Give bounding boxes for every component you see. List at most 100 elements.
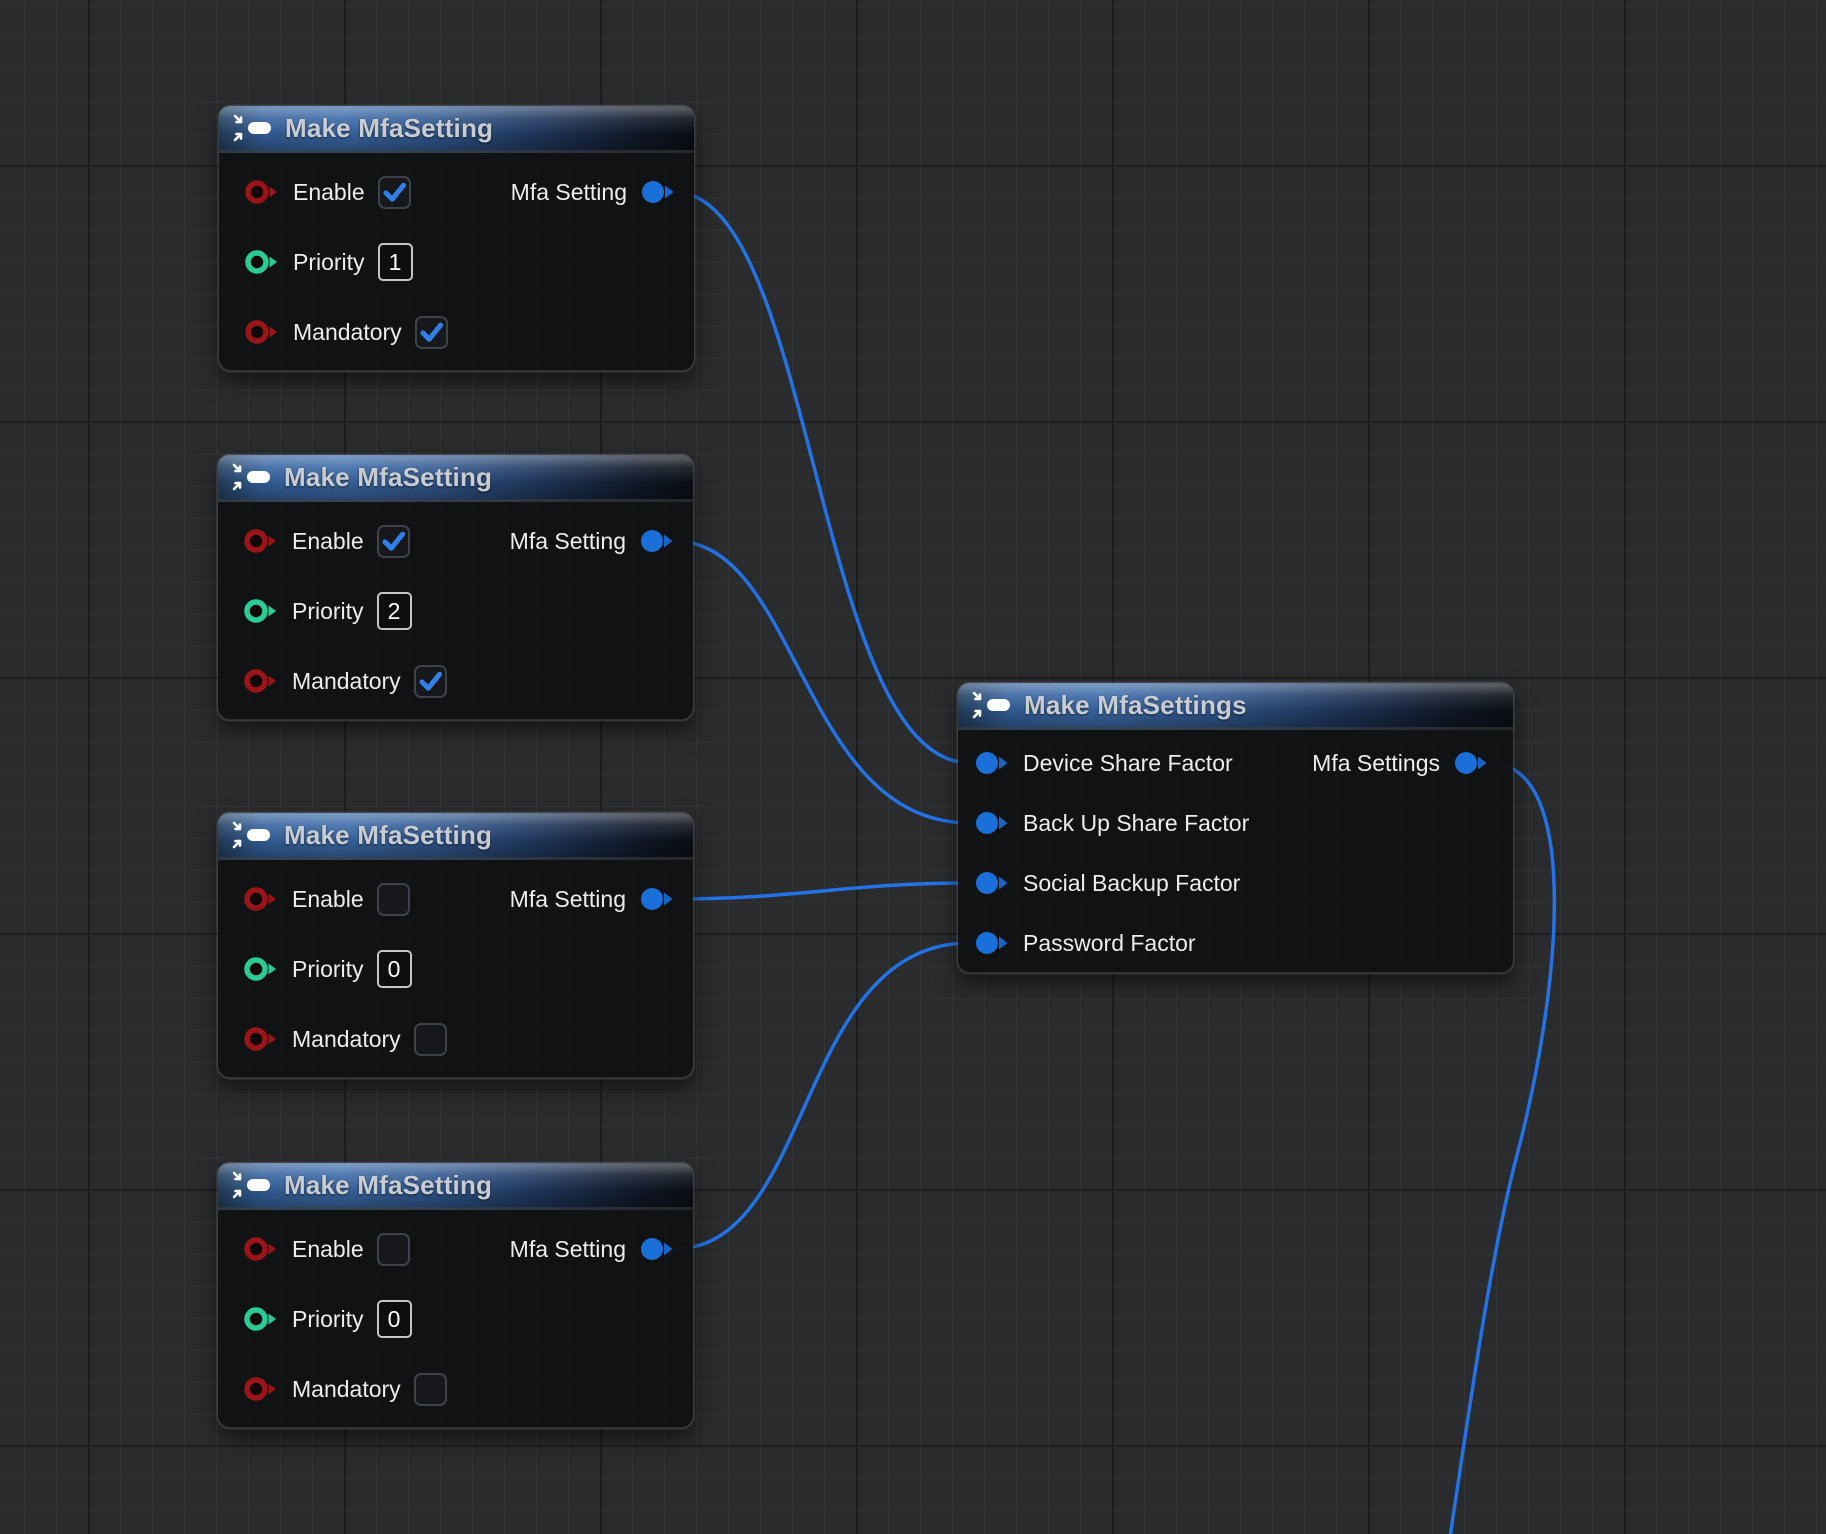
make-struct-icon: [233, 113, 273, 143]
pin-row-mandatory: Mandatory: [243, 661, 447, 701]
int-pin-icon[interactable]: [243, 956, 279, 982]
make-struct-icon: [232, 1170, 272, 1200]
struct-pin-icon[interactable]: [974, 870, 1010, 896]
pin-row-priority: Priority 1: [244, 242, 413, 282]
pin-row-enable: Enable: [243, 521, 410, 561]
pin-label: Back Up Share Factor: [1023, 810, 1249, 837]
int-pin-icon[interactable]: [243, 1306, 279, 1332]
pin-row-device-share-factor: Device Share Factor: [974, 743, 1233, 783]
enable-checkbox[interactable]: [377, 883, 410, 916]
node-header[interactable]: Make MfaSetting: [218, 455, 693, 502]
priority-input[interactable]: 0: [377, 1300, 412, 1338]
pin-row-backup-share-factor: Back Up Share Factor: [974, 803, 1249, 843]
pin-row-priority: Priority 0: [243, 949, 412, 989]
pin-row-mfa-setting-output: Mfa Setting: [511, 172, 676, 212]
mandatory-checkbox[interactable]: [414, 1373, 447, 1406]
node-make-mfasettings[interactable]: Make MfaSettings Device Share Factor Bac…: [958, 683, 1513, 973]
node-make-mfasetting-4[interactable]: Make MfaSetting Enable Priority 0 Mandat…: [218, 1163, 693, 1428]
pin-row-enable: Enable: [244, 172, 411, 212]
int-pin-icon[interactable]: [243, 598, 279, 624]
pin-label: Enable: [292, 1236, 364, 1263]
pin-label: Priority: [292, 956, 364, 983]
node-header[interactable]: Make MfaSetting: [219, 106, 694, 153]
pin-label: Priority: [292, 1306, 364, 1333]
node-make-mfasetting-1[interactable]: Make MfaSetting Enable Priority 1 Mandat…: [219, 106, 694, 371]
pin-row-mfa-settings-output: Mfa Settings: [1312, 743, 1489, 783]
node-title: Make MfaSetting: [284, 820, 492, 851]
pin-label: Mandatory: [292, 668, 401, 695]
pin-row-enable: Enable: [243, 879, 410, 919]
graph-canvas[interactable]: Make MfaSetting Enable Priority 1 Mandat…: [0, 0, 1826, 1534]
pin-label: Mfa Setting: [510, 886, 626, 913]
pin-label: Mfa Setting: [510, 528, 626, 555]
node-make-mfasetting-2[interactable]: Make MfaSetting Enable Priority 2 Mandat…: [218, 455, 693, 720]
pin-label: Enable: [292, 886, 364, 913]
make-struct-icon: [232, 820, 272, 850]
pin-label: Mfa Setting: [511, 179, 627, 206]
node-header[interactable]: Make MfaSettings: [958, 683, 1513, 730]
pin-label: Enable: [293, 179, 365, 206]
enable-checkbox[interactable]: [377, 525, 410, 558]
pin-label: Priority: [293, 249, 365, 276]
wire-node2-to-backup-share-factor[interactable]: [674, 541, 970, 823]
pin-row-mandatory: Mandatory: [244, 312, 448, 352]
struct-pin-icon[interactable]: [1453, 750, 1489, 776]
pin-row-mfa-setting-output: Mfa Setting: [510, 521, 675, 561]
priority-input[interactable]: 0: [377, 950, 412, 988]
mandatory-checkbox[interactable]: [415, 316, 448, 349]
mandatory-checkbox[interactable]: [414, 665, 447, 698]
pin-label: Enable: [292, 528, 364, 555]
bool-pin-icon[interactable]: [244, 319, 280, 345]
node-title: Make MfaSetting: [284, 462, 492, 493]
bool-pin-icon[interactable]: [243, 886, 279, 912]
bool-pin-icon[interactable]: [243, 1026, 279, 1052]
pin-row-enable: Enable: [243, 1229, 410, 1269]
pin-row-mandatory: Mandatory: [243, 1019, 447, 1059]
pin-label: Priority: [292, 598, 364, 625]
bool-pin-icon[interactable]: [243, 1376, 279, 1402]
make-struct-icon: [972, 690, 1012, 720]
pin-label: Mandatory: [293, 319, 402, 346]
struct-pin-icon[interactable]: [639, 528, 675, 554]
wire-node1-to-device-share-factor[interactable]: [674, 192, 970, 763]
pin-row-mfa-setting-output: Mfa Setting: [510, 1229, 675, 1269]
pin-row-social-backup-factor: Social Backup Factor: [974, 863, 1240, 903]
mandatory-checkbox[interactable]: [414, 1023, 447, 1056]
node-header[interactable]: Make MfaSetting: [218, 1163, 693, 1210]
bool-pin-icon[interactable]: [243, 668, 279, 694]
pin-label: Mfa Setting: [510, 1236, 626, 1263]
pin-label: Mandatory: [292, 1376, 401, 1403]
make-struct-icon: [232, 462, 272, 492]
pin-row-password-factor: Password Factor: [974, 923, 1196, 963]
node-title: Make MfaSetting: [285, 113, 493, 144]
pin-row-mfa-setting-output: Mfa Setting: [510, 879, 675, 919]
pin-label: Mandatory: [292, 1026, 401, 1053]
struct-pin-icon[interactable]: [639, 886, 675, 912]
bool-pin-icon[interactable]: [244, 179, 280, 205]
enable-checkbox[interactable]: [377, 1233, 410, 1266]
bool-pin-icon[interactable]: [243, 1236, 279, 1262]
enable-checkbox[interactable]: [378, 176, 411, 209]
pin-row-priority: Priority 2: [243, 591, 412, 631]
priority-input[interactable]: 1: [378, 243, 413, 281]
wire-node4-to-password-factor[interactable]: [674, 943, 970, 1249]
pin-label: Password Factor: [1023, 930, 1196, 957]
int-pin-icon[interactable]: [244, 249, 280, 275]
struct-pin-icon[interactable]: [640, 179, 676, 205]
node-title: Make MfaSettings: [1024, 690, 1247, 721]
wire-node3-to-social-backup-factor[interactable]: [674, 883, 970, 899]
node-make-mfasetting-3[interactable]: Make MfaSetting Enable Priority 0 Mandat…: [218, 813, 693, 1078]
pin-label: Social Backup Factor: [1023, 870, 1240, 897]
pin-row-priority: Priority 0: [243, 1299, 412, 1339]
struct-pin-icon[interactable]: [639, 1236, 675, 1262]
node-header[interactable]: Make MfaSetting: [218, 813, 693, 860]
pin-label: Mfa Settings: [1312, 750, 1440, 777]
bool-pin-icon[interactable]: [243, 528, 279, 554]
struct-pin-icon[interactable]: [974, 930, 1010, 956]
priority-input[interactable]: 2: [377, 592, 412, 630]
struct-pin-icon[interactable]: [974, 750, 1010, 776]
pin-row-mandatory: Mandatory: [243, 1369, 447, 1409]
struct-pin-icon[interactable]: [974, 810, 1010, 836]
pin-label: Device Share Factor: [1023, 750, 1233, 777]
node-title: Make MfaSetting: [284, 1170, 492, 1201]
